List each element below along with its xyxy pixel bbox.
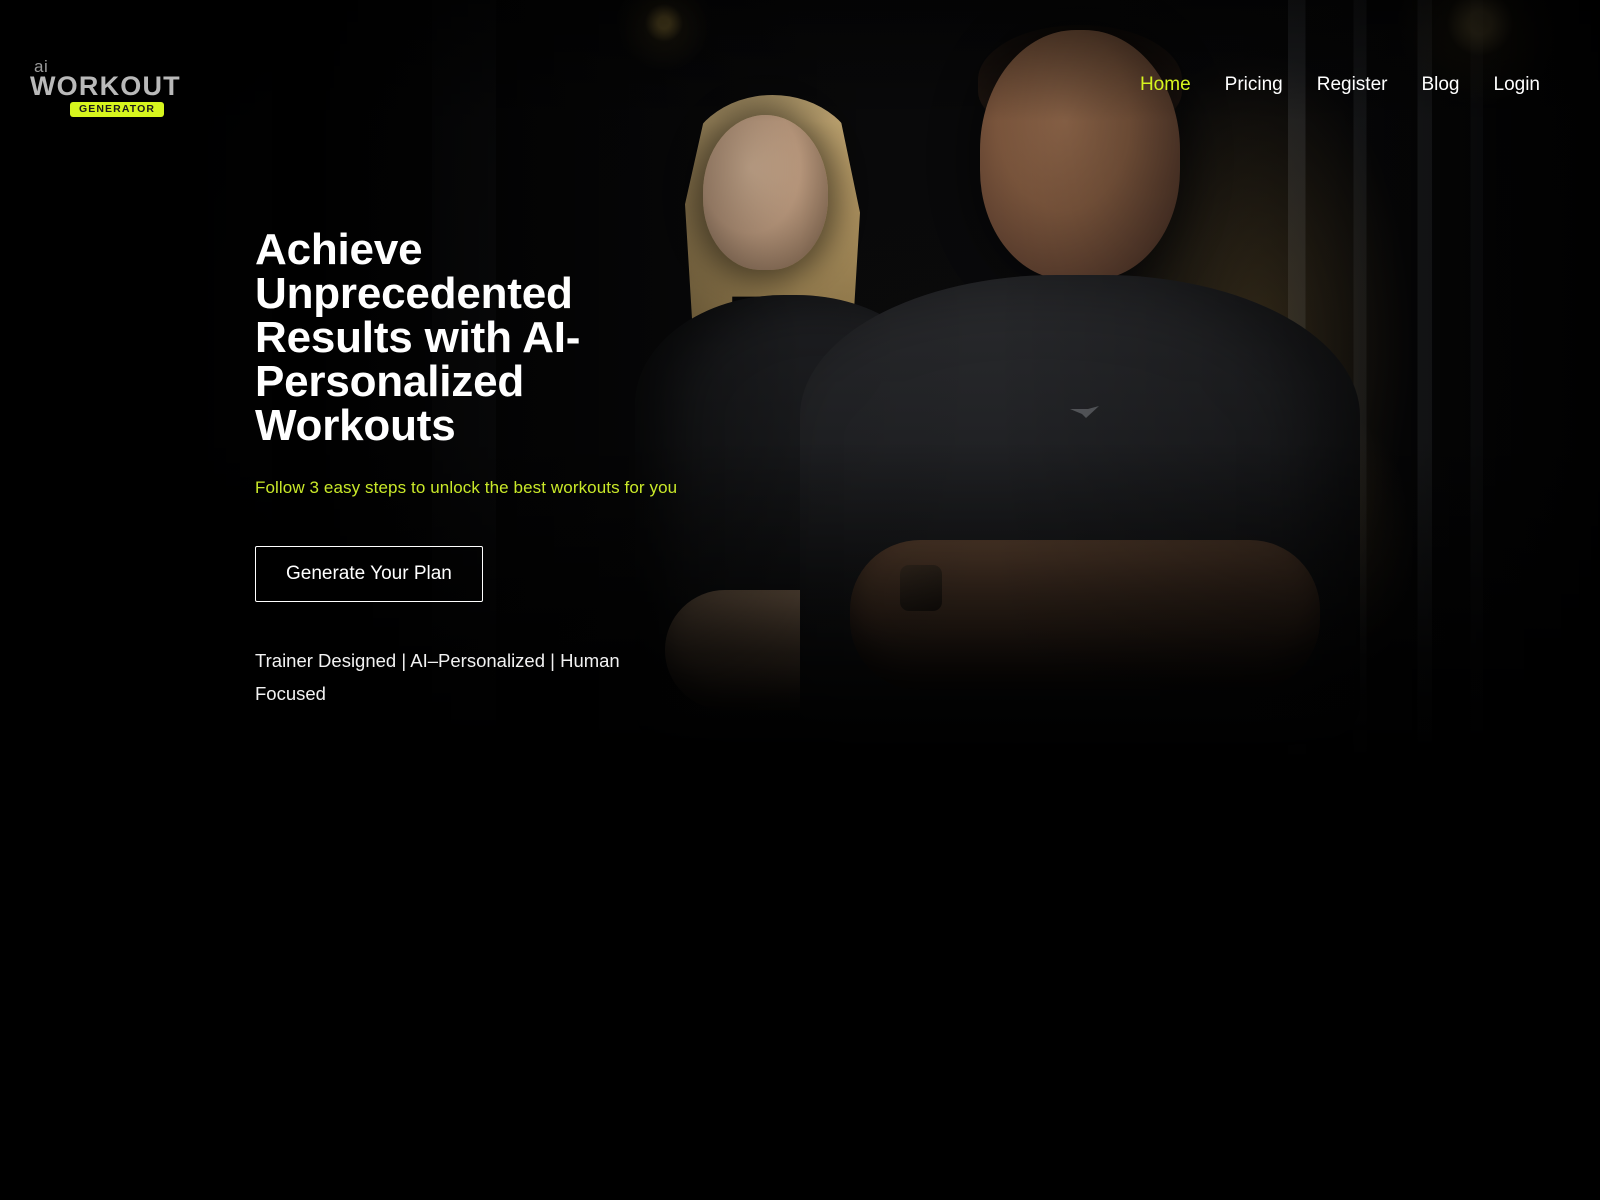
nav-link-login[interactable]: Login bbox=[1494, 74, 1541, 96]
landing-page: ai WORKOUT GENERATOR Home Pricing Regist… bbox=[0, 0, 1600, 1200]
nav-link-pricing[interactable]: Pricing bbox=[1225, 74, 1283, 96]
nav-link-register[interactable]: Register bbox=[1317, 74, 1388, 96]
hero-section: ai WORKOUT GENERATOR Home Pricing Regist… bbox=[0, 0, 1600, 760]
hero-content: Achieve Unprecedented Results with AI-Pe… bbox=[255, 228, 955, 711]
brand-logo[interactable]: ai WORKOUT GENERATOR bbox=[30, 58, 181, 117]
nav-link-home[interactable]: Home bbox=[1140, 74, 1191, 96]
generate-your-plan-button[interactable]: Generate Your Plan bbox=[255, 546, 483, 602]
hero-headline: Achieve Unprecedented Results with AI-Pe… bbox=[255, 225, 581, 450]
brand-badge: GENERATOR bbox=[70, 102, 165, 117]
hero-subtitle: Follow 3 easy steps to unlock the best w… bbox=[255, 478, 678, 497]
hero-footnote: Trainer Designed | AI–Personalized | Hum… bbox=[255, 650, 620, 705]
nav-link-blog[interactable]: Blog bbox=[1421, 74, 1459, 96]
nav-links: Home Pricing Register Blog Login bbox=[1140, 58, 1540, 96]
brand-name: WORKOUT bbox=[30, 71, 181, 101]
top-navigation-bar: ai WORKOUT GENERATOR Home Pricing Regist… bbox=[0, 0, 1600, 150]
